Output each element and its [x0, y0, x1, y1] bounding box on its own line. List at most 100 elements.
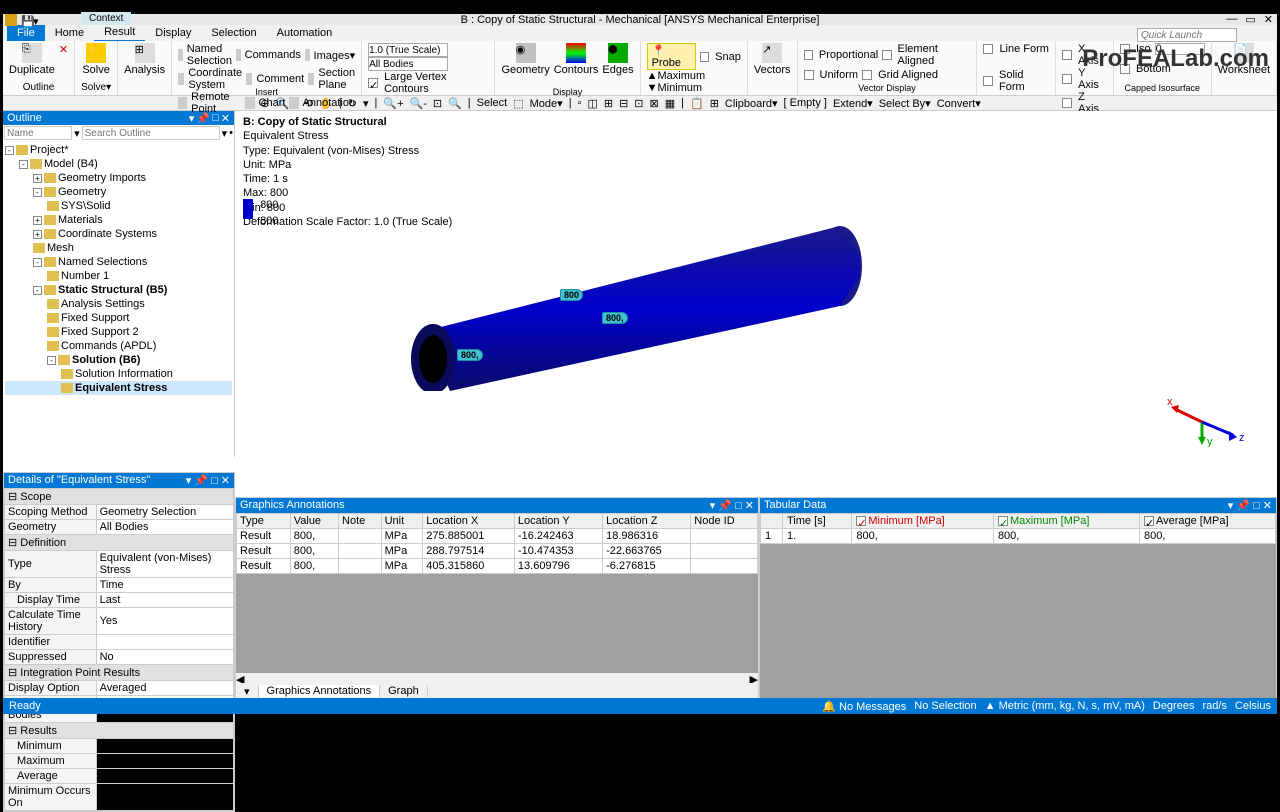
convert-button[interactable]: Convert▾ [935, 97, 983, 110]
select-button[interactable]: Select [475, 97, 510, 109]
tree-node[interactable]: -Named Selections [5, 255, 232, 269]
tree-node[interactable]: Fixed Support 2 [5, 325, 232, 339]
filter-icon[interactable]: • [229, 127, 233, 139]
images-button[interactable]: Images▾ [314, 49, 356, 62]
tab-display[interactable]: Display [145, 25, 201, 41]
collapse-icon[interactable]: ▾ [236, 685, 259, 698]
tree-node[interactable]: Number 1 [5, 269, 232, 283]
name-input[interactable] [4, 126, 72, 140]
scale-input[interactable] [368, 43, 448, 57]
outline-tree[interactable]: -Project*-Model (B4)+Geometry Imports-Ge… [3, 141, 234, 457]
probe-button[interactable]: 📍Probe [647, 43, 696, 70]
comment-button[interactable]: Comment [256, 73, 304, 85]
ga-tab[interactable]: Graphics Annotations [259, 685, 381, 697]
tb-icon[interactable]: 🔍+ [381, 97, 405, 110]
max-icon[interactable]: □ [735, 500, 742, 512]
select-icon[interactable]: ⬚ [511, 97, 525, 110]
tb-icon[interactable]: 🔍 [446, 97, 464, 110]
details-table[interactable]: ⊟ ScopeScoping MethodGeometry SelectionG… [4, 488, 234, 811]
status-celsius[interactable]: Celsius [1235, 700, 1271, 713]
status-degrees[interactable]: Degrees [1153, 700, 1195, 713]
tree-node[interactable]: -Geometry [5, 185, 232, 199]
tb-icon[interactable]: ▦ [663, 97, 677, 110]
dropdown-icon[interactable]: ▾ [222, 127, 228, 140]
tb-icon[interactable]: ⊞ [602, 97, 615, 110]
bodies-input[interactable] [368, 57, 448, 71]
window-controls[interactable]: — ▭ ✕ [1226, 13, 1273, 26]
tree-node[interactable]: Fixed Support [5, 311, 232, 325]
tb-icon[interactable]: ⊠ [648, 97, 661, 110]
elemaligned-checkbox[interactable]: Element Aligned [898, 43, 971, 67]
triad[interactable]: xyz [1167, 387, 1247, 447]
scroll-left-icon[interactable]: ◀ [236, 673, 244, 683]
geometry-button[interactable]: ◉Geometry [501, 43, 549, 93]
close-icon[interactable]: ✕ [221, 475, 230, 487]
tb-icon[interactable]: ⊡ [431, 97, 444, 110]
max-icon[interactable]: □ [211, 475, 218, 487]
tb-icon[interactable]: ◫ [585, 97, 599, 110]
search-input[interactable] [82, 126, 220, 140]
quick-launch-input[interactable] [1137, 28, 1237, 42]
pin-icon[interactable]: 📌 [718, 500, 732, 512]
tree-node[interactable]: -Project* [5, 143, 232, 157]
tab-automation[interactable]: Automation [267, 25, 343, 41]
tree-node[interactable]: SYS\Solid [5, 199, 232, 213]
restore-icon[interactable]: ▭ [1245, 13, 1255, 26]
pin-icon[interactable]: 📌 [1236, 500, 1250, 512]
tree-node[interactable]: -Model (B4) [5, 157, 232, 171]
tree-node[interactable]: +Materials [5, 213, 232, 227]
extend-button[interactable]: Extend▾ [831, 97, 875, 110]
duplicate-button[interactable]: ⎘Duplicate [9, 43, 55, 76]
solve-button[interactable]: ⚡Solve [81, 43, 111, 76]
named-selection-button[interactable]: Named Selection [187, 43, 232, 67]
tree-node[interactable]: Analysis Settings [5, 297, 232, 311]
tb-icon[interactable]: ▫ [576, 97, 584, 109]
analysis-button[interactable]: ⊞Analysis [124, 43, 165, 76]
status-units[interactable]: ▲ Metric (mm, kg, N, s, mV, mA) [985, 700, 1145, 713]
scroll-right-icon[interactable]: ▶ [750, 673, 758, 683]
tree-node[interactable]: -Solution (B6) [5, 353, 232, 367]
status-messages[interactable]: 🔔 No Messages [822, 700, 906, 713]
lineform-checkbox[interactable]: Line Form [999, 43, 1049, 55]
minimize-icon[interactable]: — [1226, 13, 1237, 26]
selectby-button[interactable]: Select By▾ [877, 97, 933, 110]
tree-node[interactable]: Mesh [5, 241, 232, 255]
tb-icon[interactable]: 📋 [688, 97, 706, 110]
gridaligned-checkbox[interactable]: Grid Aligned [878, 69, 938, 81]
dropdown-icon[interactable]: ▾ [74, 127, 80, 140]
max-icon[interactable]: □ [1253, 500, 1260, 512]
close-icon[interactable]: ✕ [1264, 13, 1273, 26]
td-table[interactable]: Time [s]✓Minimum [MPa]✓Maximum [MPa]✓Ave… [760, 513, 1276, 544]
quick-access-toolbar[interactable]: 💾▾ [21, 15, 43, 25]
delete-icon[interactable]: ✕ [59, 43, 68, 76]
close-icon[interactable]: ✕ [1263, 500, 1272, 512]
solve-dropdown[interactable]: Solve▾ [81, 82, 111, 93]
tree-node[interactable]: +Coordinate Systems [5, 227, 232, 241]
edges-button[interactable]: ⬢Edges [602, 43, 633, 93]
tb-icon[interactable]: ⊞ [708, 97, 721, 110]
probe-label-1[interactable]: 800 [560, 289, 583, 301]
chevron-icon[interactable]: ▾ [710, 500, 716, 512]
viewport[interactable]: B: Copy of Static Structural Equivalent … [235, 111, 1277, 457]
chevron-icon[interactable]: ▾ [1228, 500, 1234, 512]
close-icon[interactable]: ✕ [745, 500, 754, 512]
tab-home[interactable]: Home [45, 25, 94, 41]
status-rads[interactable]: rad/s [1202, 700, 1226, 713]
maximum-button[interactable]: ▲Maximum [647, 70, 706, 82]
annotation-button[interactable]: Annotation [303, 97, 356, 109]
vectors-button[interactable]: ↗Vectors [754, 43, 791, 76]
tree-node[interactable]: -Static Structural (B5) [5, 283, 232, 297]
solidform-checkbox[interactable]: Solid Form [999, 69, 1049, 93]
minimum-button[interactable]: ▼Minimum [647, 82, 703, 94]
tb-icon[interactable]: ⊡ [632, 97, 645, 110]
uniform-checkbox[interactable]: Uniform [820, 69, 859, 81]
tree-node[interactable]: Commands (APDL) [5, 339, 232, 353]
tb-icon[interactable]: 🔍- [408, 97, 429, 110]
chart-button[interactable]: Chart [259, 97, 286, 109]
tree-node[interactable]: Solution Information [5, 367, 232, 381]
tab-selection[interactable]: Selection [201, 25, 266, 41]
tab-result[interactable]: Result [94, 24, 145, 42]
mode-button[interactable]: Mode▾ [528, 97, 565, 110]
lvc-checkbox[interactable]: Large Vertex Contours [384, 71, 488, 95]
ga-table[interactable]: TypeValueNoteUnitLocation XLocation YLoc… [236, 513, 758, 574]
